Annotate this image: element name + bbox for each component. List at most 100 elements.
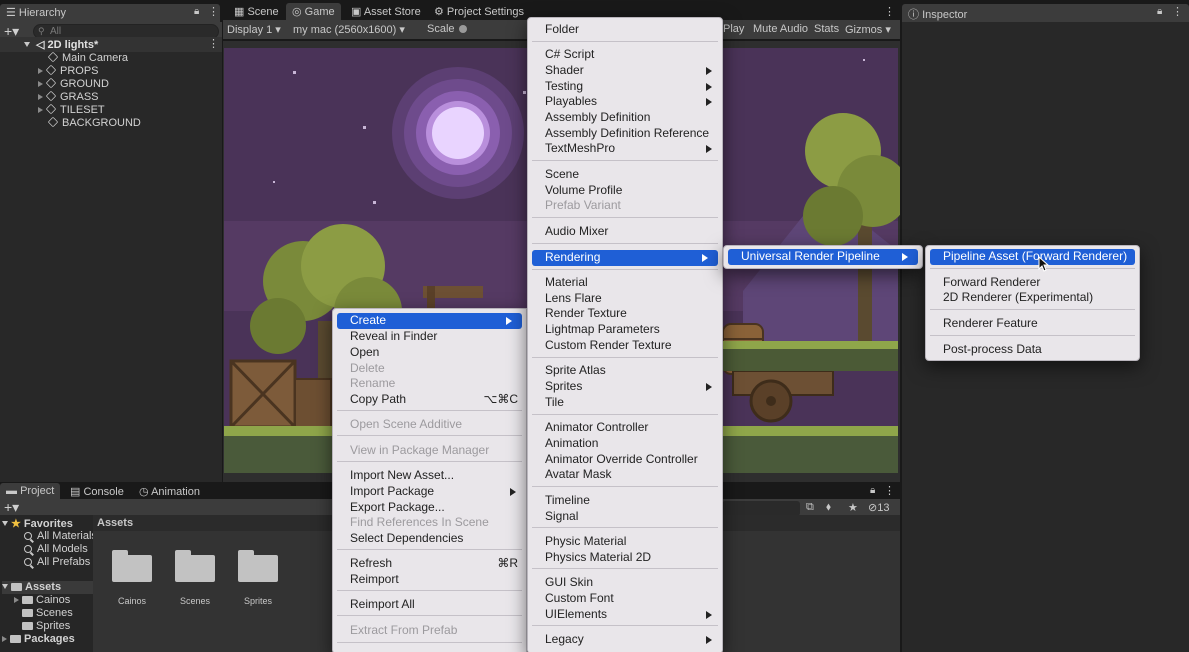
label-filter-icon[interactable]: ⬧ (826, 501, 831, 514)
menu-item-legacy[interactable]: Legacy (528, 632, 722, 648)
tab-project-settings[interactable]: ⚙ Project Settings (428, 3, 530, 21)
menu-item-sprites[interactable]: Sprites (528, 379, 722, 395)
filter-type-icon[interactable]: ⧉ (806, 501, 814, 514)
menu-item-csharp-script[interactable]: C# Script (528, 47, 722, 63)
breadcrumb-assets[interactable]: Assets (97, 517, 133, 529)
expand-icon[interactable] (38, 68, 43, 74)
expand-icon[interactable] (38, 94, 43, 100)
menu-item-refresh[interactable]: Refresh ⌘R (333, 556, 526, 572)
project-kebab-icon[interactable]: ⋮ (884, 484, 895, 497)
expand-icon[interactable] (38, 81, 43, 87)
favorite-item[interactable]: All Prefabs (24, 556, 90, 569)
center-kebab-icon[interactable]: ⋮ (884, 5, 895, 18)
folder-icon[interactable] (238, 550, 278, 582)
menu-item-export-package[interactable]: Export Package... (333, 500, 526, 516)
menu-item-import-new-asset[interactable]: Import New Asset... (333, 468, 526, 484)
menu-item-reimport[interactable]: Reimport (333, 572, 526, 588)
favorite-filter-icon[interactable]: ★ (848, 501, 858, 514)
menu-item-custom-render-texture[interactable]: Custom Render Texture (528, 338, 722, 354)
hierarchy-item[interactable]: GRASS (38, 90, 99, 104)
inspector-kebab-icon[interactable]: ⋮ (1172, 5, 1183, 18)
hierarchy-item[interactable]: TILESET (38, 103, 105, 117)
asset-folder-row[interactable]: Sprites (22, 620, 70, 633)
favorites-row[interactable]: ★ Favorites (2, 517, 73, 530)
menu-item-import-package[interactable]: Import Package (333, 484, 526, 500)
assets-root-row[interactable]: Assets (2, 581, 93, 594)
maximize-on-play-toggle[interactable]: Play (723, 23, 744, 35)
folder-icon[interactable] (112, 550, 152, 582)
menu-item-scene[interactable]: Scene (528, 167, 722, 183)
tab-asset-store[interactable]: ▣ Asset Store (345, 3, 427, 21)
menu-item-physics-material-2d[interactable]: Physics Material 2D (528, 550, 722, 566)
menu-item-folder[interactable]: Folder (528, 22, 722, 38)
project-add-icon[interactable]: +▾ (4, 499, 19, 516)
hidden-count[interactable]: ⊘13 (868, 501, 889, 514)
scale-slider-handle[interactable] (459, 25, 467, 33)
menu-item-renderer-feature[interactable]: Renderer Feature (926, 316, 1139, 332)
menu-item-material[interactable]: Material (528, 275, 722, 291)
menu-item-custom-font[interactable]: Custom Font (528, 591, 722, 607)
project-lock-icon[interactable]: 🔒︎ (870, 485, 875, 496)
menu-item-shader[interactable]: Shader (528, 63, 722, 79)
menu-item-post-process-data[interactable]: Post-process Data (926, 342, 1139, 358)
resolution-select[interactable]: my mac (2560x1600) ▾ (293, 23, 405, 36)
menu-item-audio-mixer[interactable]: Audio Mixer (528, 224, 722, 240)
menu-item-lightmap-parameters[interactable]: Lightmap Parameters (528, 322, 722, 338)
expand-icon[interactable] (2, 584, 8, 589)
menu-item-animator-controller[interactable]: Animator Controller (528, 420, 722, 436)
project-search-input[interactable] (722, 501, 800, 516)
menu-item-sprite-atlas[interactable]: Sprite Atlas (528, 363, 722, 379)
tab-scene[interactable]: ▦ Scene (228, 3, 285, 21)
menu-item-assembly-definition-reference[interactable]: Assembly Definition Reference (528, 126, 722, 142)
menu-item-forward-renderer[interactable]: Forward Renderer (926, 275, 1139, 291)
packages-row[interactable]: Packages (2, 633, 75, 646)
menu-item-timeline[interactable]: Timeline (528, 493, 722, 509)
menu-item-testing[interactable]: Testing (528, 79, 722, 95)
menu-item-reimport-all[interactable]: Reimport All (333, 597, 526, 613)
menu-item-avatar-mask[interactable]: Avatar Mask (528, 467, 722, 483)
menu-item-open[interactable]: Open (333, 345, 526, 361)
menu-item-reveal-in-finder[interactable]: Reveal in Finder (333, 329, 526, 345)
mute-audio-toggle[interactable]: Mute Audio (753, 23, 808, 35)
folder-icon[interactable] (175, 550, 215, 582)
hierarchy-item[interactable]: BACKGROUND (47, 116, 141, 130)
expand-icon[interactable] (2, 636, 7, 642)
menu-item-render-texture[interactable]: Render Texture (528, 306, 722, 322)
menu-item-universal-render-pipeline[interactable]: Universal Render Pipeline (728, 249, 918, 265)
menu-item-select-dependencies[interactable]: Select Dependencies (333, 531, 526, 547)
hierarchy-item[interactable]: PROPS (38, 64, 99, 78)
expand-icon[interactable] (24, 42, 30, 47)
menu-item-animator-override-controller[interactable]: Animator Override Controller (528, 452, 722, 468)
menu-item-pipeline-asset-forward-renderer[interactable]: Pipeline Asset (Forward Renderer) (930, 249, 1135, 265)
tab-inspector[interactable]: ⓘ Inspector (902, 4, 1189, 22)
menu-item-volume-profile[interactable]: Volume Profile (528, 183, 722, 199)
menu-item-textmeshpro[interactable]: TextMeshPro (528, 141, 722, 157)
gizmos-dropdown[interactable]: Gizmos ▾ (845, 23, 891, 36)
favorite-item[interactable]: All Materials (24, 530, 97, 543)
stats-toggle[interactable]: Stats (814, 23, 839, 35)
menu-item-playables[interactable]: Playables (528, 94, 722, 110)
expand-icon[interactable] (14, 597, 19, 603)
asset-folder-row[interactable]: Scenes (22, 607, 73, 620)
menu-item-create[interactable]: Create (337, 313, 522, 329)
hierarchy-item[interactable]: GROUND (38, 77, 109, 91)
tab-game[interactable]: ◎ Game (286, 3, 341, 21)
hierarchy-item[interactable]: Main Camera (47, 51, 128, 65)
display-select[interactable]: Display 1 ▾ (227, 23, 281, 36)
scene-kebab-icon[interactable]: ⋮ (208, 37, 219, 50)
menu-item-assembly-definition[interactable]: Assembly Definition (528, 110, 722, 126)
tab-hierarchy[interactable]: ☰ Hierarchy (0, 4, 220, 22)
lock-icon[interactable]: 🔒︎ (194, 6, 199, 17)
menu-item-2d-renderer[interactable]: 2D Renderer (Experimental) (926, 290, 1139, 306)
expand-icon[interactable] (2, 521, 8, 526)
menu-item-tile[interactable]: Tile (528, 395, 722, 411)
menu-item-signal[interactable]: Signal (528, 509, 722, 525)
kebab-menu-icon[interactable]: ⋮ (208, 5, 219, 18)
menu-item-animation[interactable]: Animation (528, 436, 722, 452)
menu-item-lens-flare[interactable]: Lens Flare (528, 291, 722, 307)
menu-item-copy-path[interactable]: Copy Path ⌥⌘C (333, 392, 526, 408)
menu-item-uielements[interactable]: UIElements (528, 607, 722, 623)
menu-item-rendering[interactable]: Rendering (532, 250, 718, 266)
menu-item-gui-skin[interactable]: GUI Skin (528, 575, 722, 591)
asset-folder-row[interactable]: Cainos (14, 594, 70, 607)
